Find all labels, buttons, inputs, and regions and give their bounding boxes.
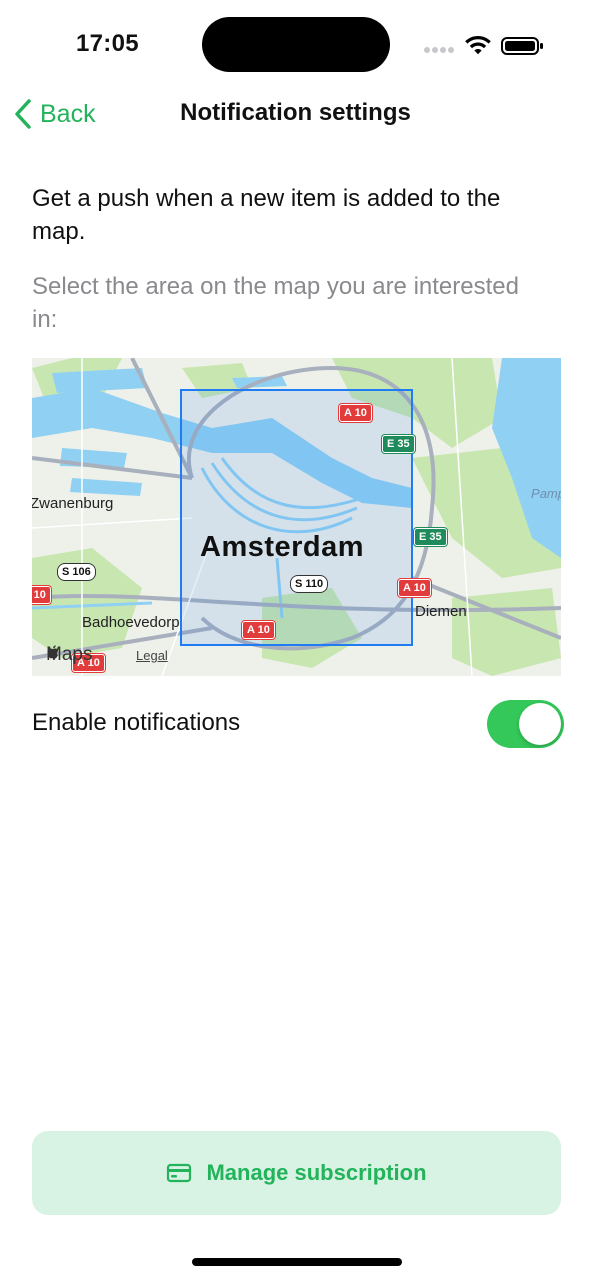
maps-attribution: Maps	[46, 644, 92, 666]
legal-link[interactable]: Legal	[136, 648, 168, 663]
road-shield: S 106	[57, 563, 96, 581]
road-shield: A 10	[398, 579, 431, 597]
road-shield: S 110	[290, 575, 329, 593]
map-city-label: Amsterdam	[200, 531, 365, 563]
road-shield: E 35	[414, 528, 447, 546]
map-place-label: Badhoevedorp	[82, 614, 180, 631]
road-shield: A 10	[32, 586, 51, 604]
page-title: Notification settings	[180, 99, 411, 126]
credit-card-icon	[167, 1163, 192, 1183]
home-indicator[interactable]	[192, 1258, 402, 1266]
road-shield: E 35	[382, 435, 415, 453]
road-shield: A 10	[242, 621, 275, 639]
battery-icon	[501, 37, 543, 55]
intro-text: Get a push when a new item is added to t…	[32, 185, 501, 245]
map-place-label: Diemen	[415, 603, 467, 620]
notification-settings-screen: 17:05 Back Notification settings Get a p…	[0, 0, 591, 1278]
signal-dots-icon	[424, 47, 454, 53]
status-icons	[424, 33, 544, 57]
area-map[interactable]: Amsterdam Zwanenburg Badhoevedorp Diemen…	[32, 358, 561, 676]
manage-subscription-label: Manage subscription	[206, 1160, 427, 1185]
status-time: 17:05	[76, 30, 139, 57]
toggle-knob	[519, 703, 561, 745]
enable-notifications-toggle[interactable]	[487, 700, 564, 748]
road-shield: A 10	[339, 404, 372, 422]
map-place-label: Pamp	[531, 486, 561, 501]
dynamic-island	[202, 17, 390, 72]
enable-notifications-label: Enable notifications	[32, 709, 241, 736]
selection-area[interactable]	[180, 389, 413, 646]
wifi-icon	[465, 36, 491, 55]
hint-text: Select the area on the map you are inter…	[32, 273, 519, 333]
map-place-label: Zwanenburg	[32, 495, 114, 512]
manage-subscription-button[interactable]: Manage subscription	[32, 1131, 561, 1215]
apple-logo-icon	[47, 645, 58, 659]
